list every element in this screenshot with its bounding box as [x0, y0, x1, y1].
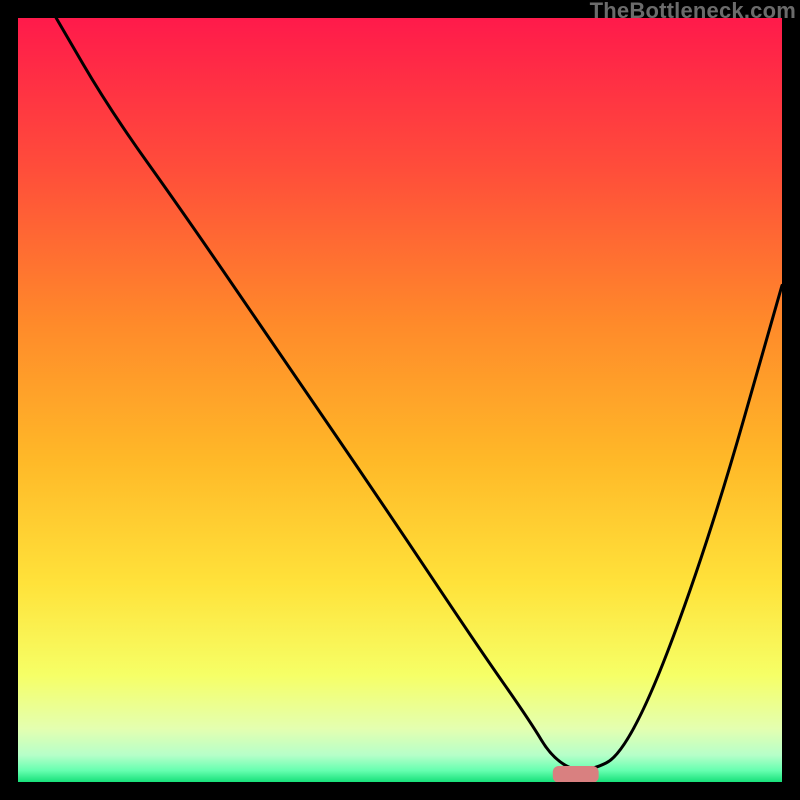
chart-svg	[18, 18, 782, 782]
chart-frame	[18, 18, 782, 782]
watermark-text: TheBottleneck.com	[590, 0, 796, 24]
optimal-marker	[553, 766, 599, 782]
gradient-background	[18, 18, 782, 782]
